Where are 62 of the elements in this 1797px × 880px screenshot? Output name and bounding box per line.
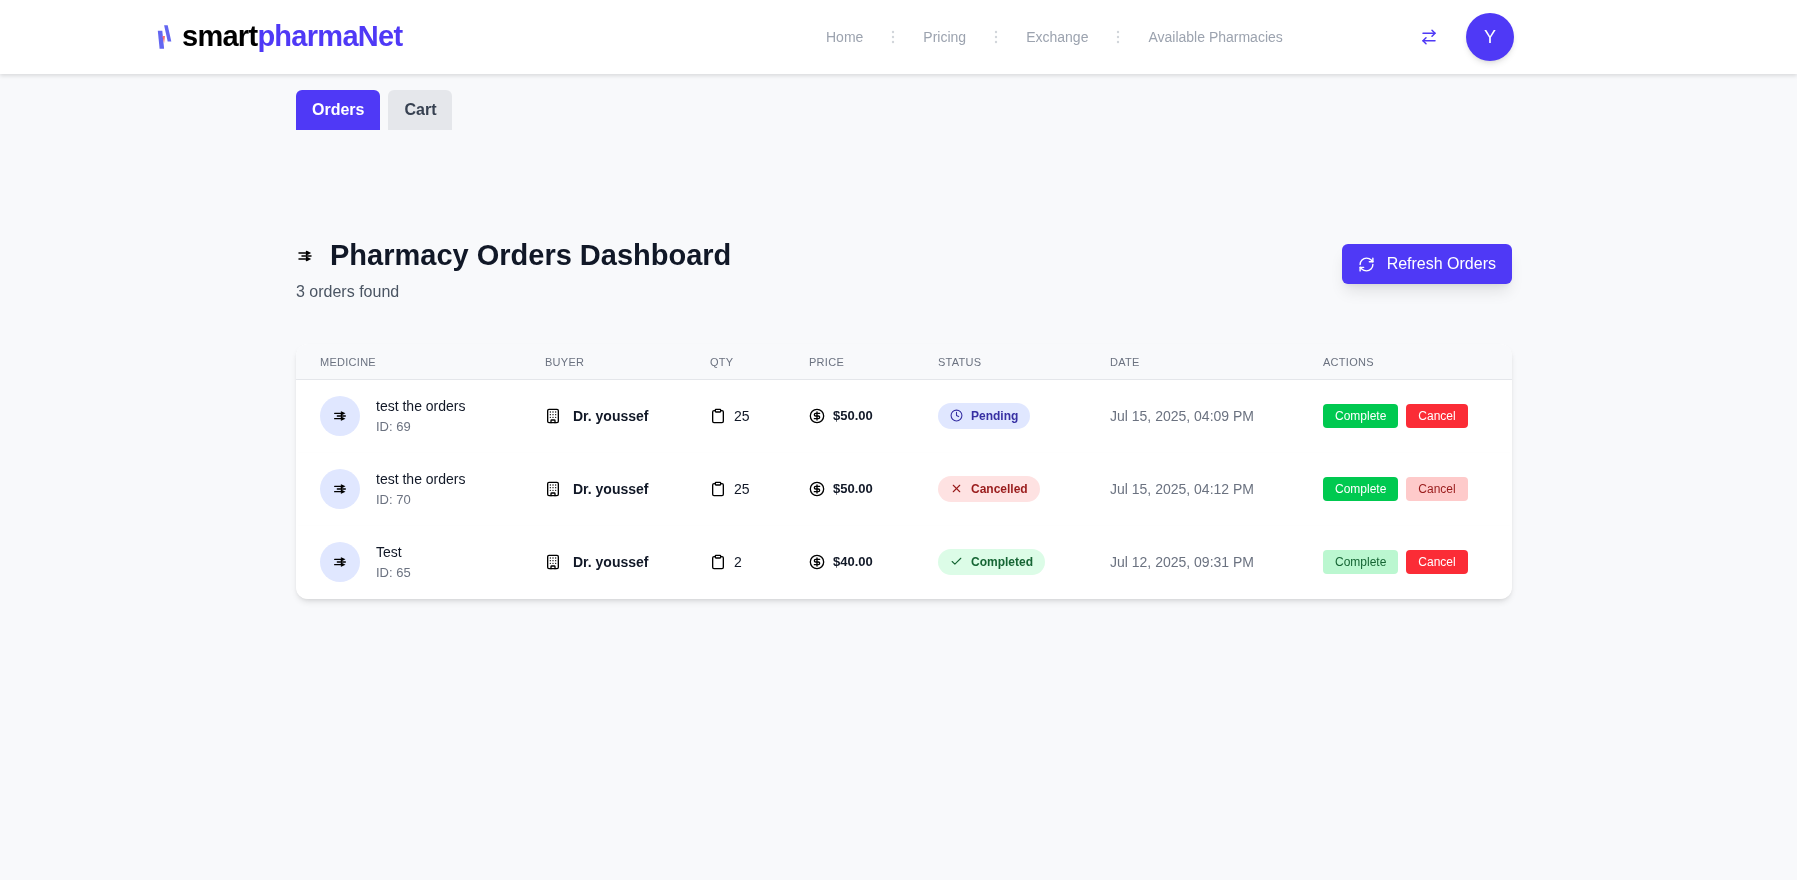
column-header: MEDICINE xyxy=(320,356,376,368)
separator-dots-icon xyxy=(994,30,999,44)
separator-dots-icon xyxy=(1116,30,1121,44)
cancel-button[interactable]: Cancel xyxy=(1406,550,1468,574)
order-id: ID: 65 xyxy=(376,563,411,582)
order-id: ID: 69 xyxy=(376,417,412,436)
clipboard-icon xyxy=(710,554,726,570)
complete-button[interactable]: Complete xyxy=(1323,477,1399,501)
price: $50.00 xyxy=(833,407,873,426)
tab[interactable]: Cart xyxy=(388,90,453,130)
refresh-orders-button[interactable]: Refresh Orders xyxy=(1341,244,1512,284)
dollar-icon xyxy=(809,554,825,570)
column-header: DATE xyxy=(1110,356,1140,368)
price: $50.00 xyxy=(833,480,873,499)
buyer-name: Dr. youssef xyxy=(573,406,649,426)
order-count: 3 orders found xyxy=(296,281,401,302)
pill-lines-icon xyxy=(332,554,348,570)
nav-link[interactable]: Pricing xyxy=(923,26,967,48)
buyer-name: Dr. youssef xyxy=(573,479,649,499)
order-date: Jul 15, 2025, 04:09 PM xyxy=(1110,408,1254,424)
nav-link[interactable]: Home xyxy=(826,26,864,48)
logo-icon xyxy=(156,23,174,51)
nav-link[interactable]: Available Pharmacies xyxy=(1148,26,1283,48)
cancel-button[interactable]: Cancel xyxy=(1406,404,1468,428)
building-icon xyxy=(545,554,561,570)
user-avatar[interactable]: Y xyxy=(1466,13,1514,61)
medicine-name: test the orders xyxy=(376,469,466,489)
building-icon xyxy=(545,408,561,424)
building-icon xyxy=(545,481,561,497)
dollar-icon xyxy=(809,481,825,497)
page-title: Pharmacy Orders Dashboard xyxy=(330,238,732,273)
quantity: 2 xyxy=(734,552,742,572)
status-badge: Completed xyxy=(938,548,1045,575)
swap-arrows-icon[interactable] xyxy=(1420,28,1438,46)
column-header: QTY xyxy=(710,356,734,368)
column-header: ACTIONS xyxy=(1323,356,1374,368)
tab[interactable]: Orders xyxy=(296,90,381,130)
status-badge: Pending xyxy=(938,402,1031,429)
buyer-name: Dr. youssef xyxy=(573,552,649,572)
refresh-icon xyxy=(1357,255,1375,273)
quantity: 25 xyxy=(734,479,750,499)
order-date: Jul 15, 2025, 04:12 PM xyxy=(1110,481,1254,497)
logo-text: smartpharmaNet xyxy=(182,19,403,55)
clipboard-icon xyxy=(710,408,726,424)
nav-link[interactable]: Exchange xyxy=(1026,26,1089,48)
dollar-icon xyxy=(809,408,825,424)
column-header: BUYER xyxy=(545,356,585,368)
price: $40.00 xyxy=(833,553,873,572)
order-id: ID: 70 xyxy=(376,490,412,509)
status-icon xyxy=(950,409,963,423)
column-header: PRICE xyxy=(809,356,844,368)
medicine-name: test the orders xyxy=(376,396,466,416)
quantity: 25 xyxy=(734,406,750,426)
status-badge: Cancelled xyxy=(938,475,1040,502)
complete-button[interactable]: Complete xyxy=(1323,404,1399,428)
pill-lines-icon xyxy=(332,408,348,424)
medicine-name: Test xyxy=(376,542,403,562)
order-date: Jul 12, 2025, 09:31 PM xyxy=(1110,554,1254,570)
column-header: STATUS xyxy=(938,356,982,368)
separator-dots-icon xyxy=(891,30,896,44)
clipboard-icon xyxy=(710,481,726,497)
pill-lines-icon xyxy=(332,481,348,497)
